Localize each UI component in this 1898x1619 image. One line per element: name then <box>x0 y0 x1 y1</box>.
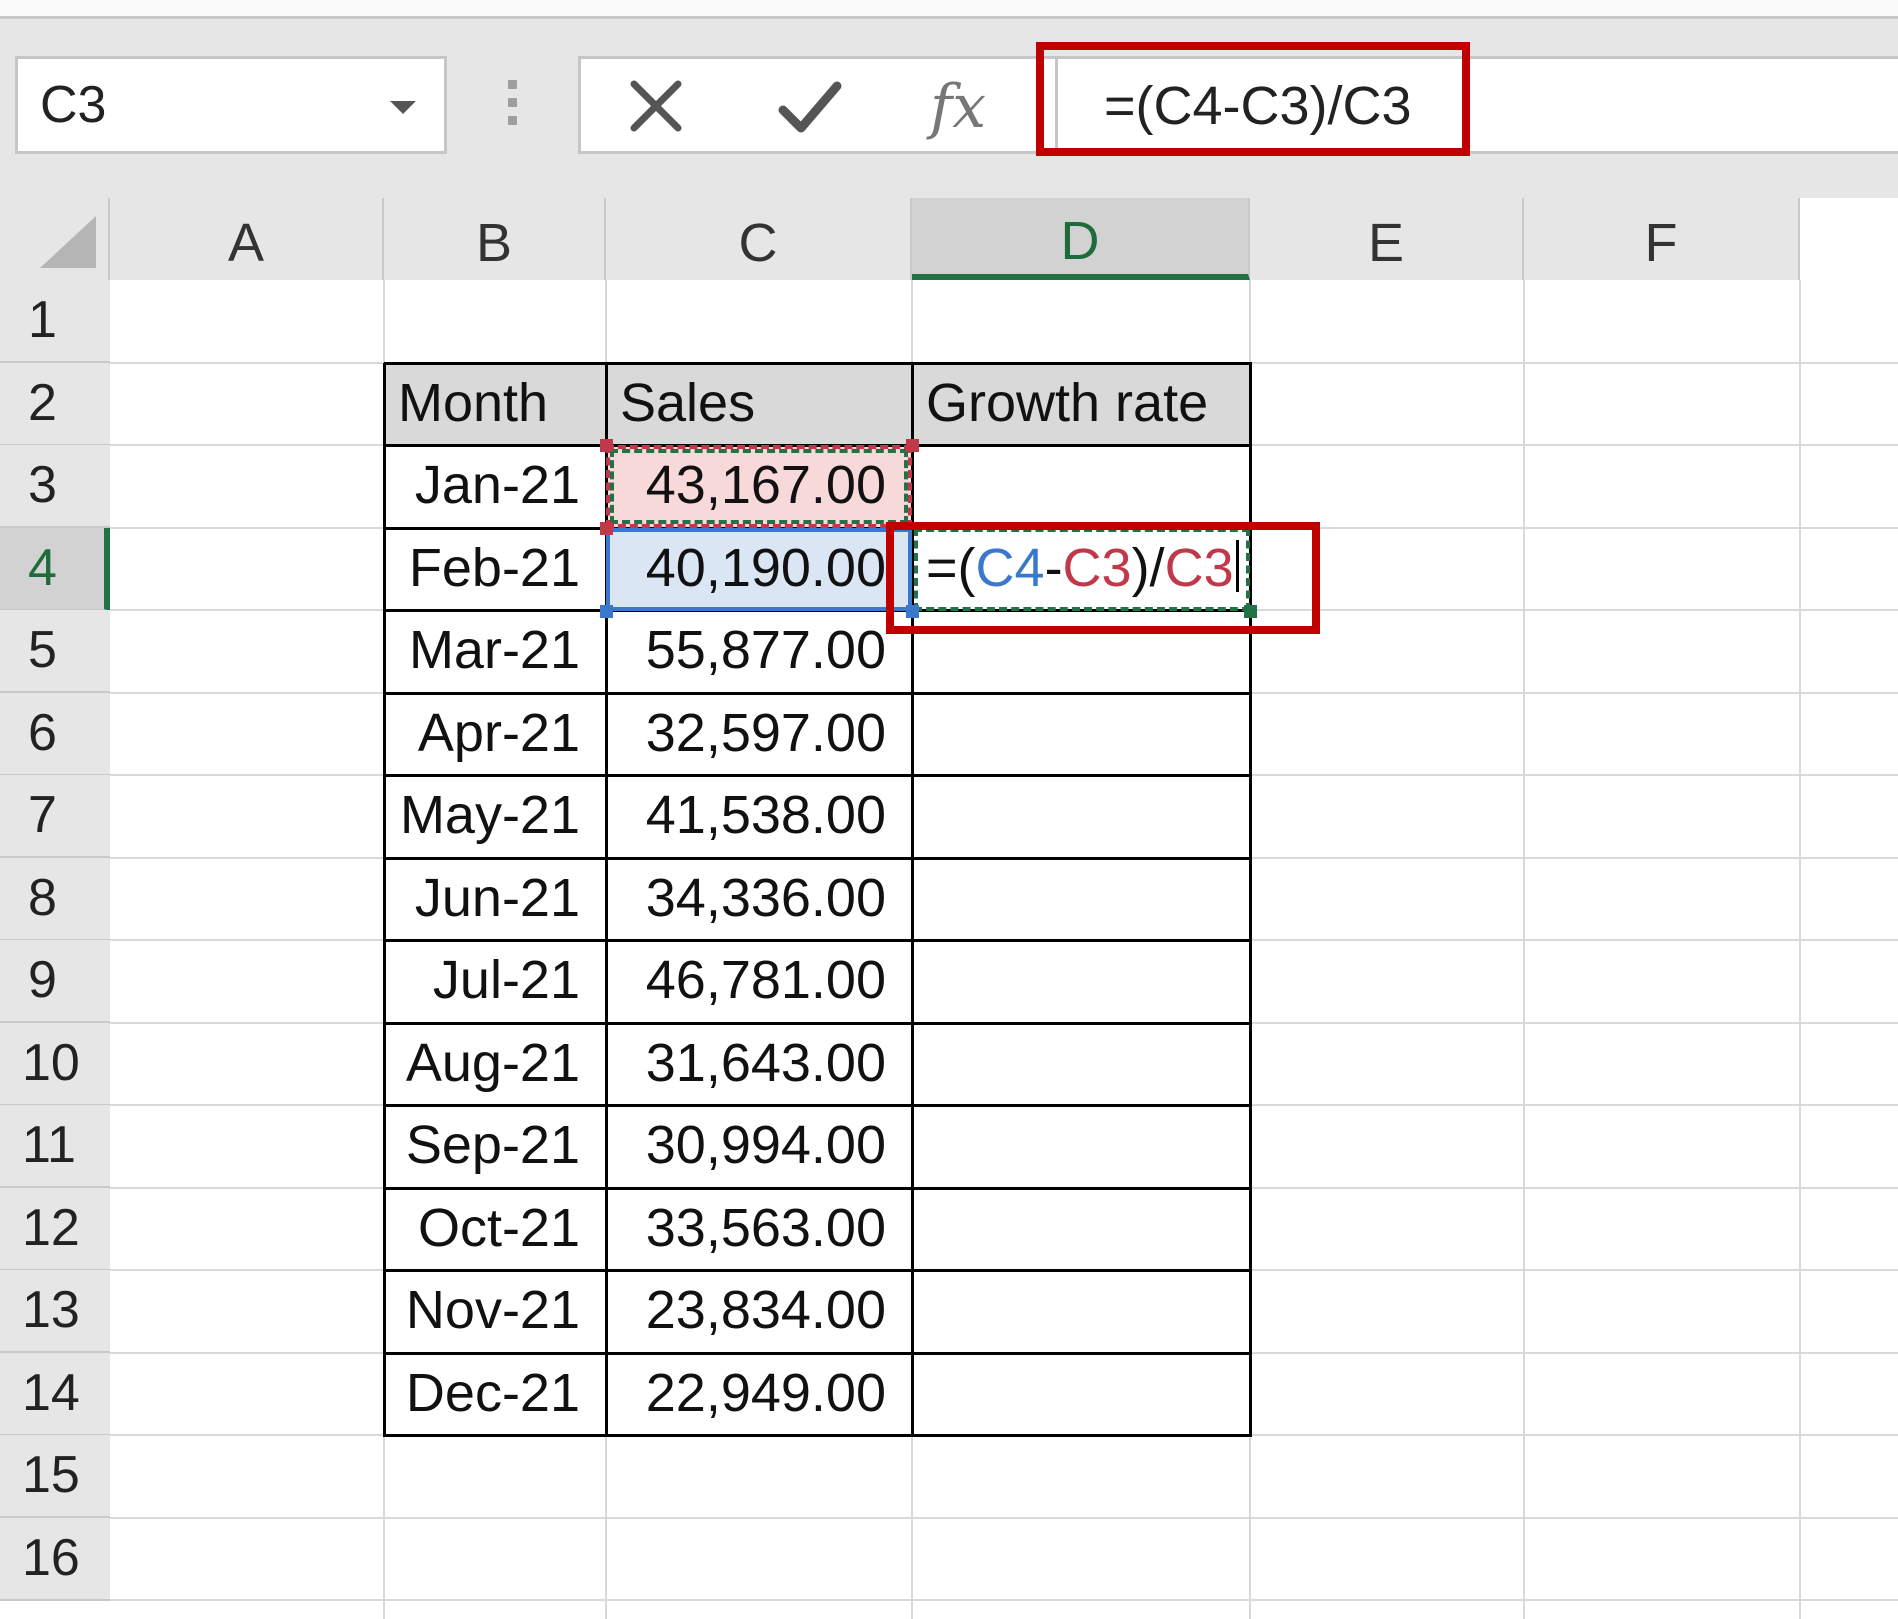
column-header-d[interactable]: D <box>912 198 1250 280</box>
growth-rate-cell[interactable] <box>912 1353 1250 1436</box>
gridline-row <box>110 1599 1898 1601</box>
c3-handle <box>600 522 613 535</box>
row-header-1[interactable]: 1 <box>0 280 110 363</box>
formula-input[interactable]: =(C4-C3)/C3 <box>1062 64 1862 148</box>
row-header-16[interactable]: 16 <box>0 1518 110 1601</box>
sales-cell[interactable]: 32,597.00 <box>606 693 912 776</box>
growth-rate-cell[interactable] <box>912 1105 1250 1188</box>
sales-cell[interactable]: 46,781.00 <box>606 940 912 1023</box>
growth-rate-cell[interactable] <box>912 1188 1250 1271</box>
table-border-h <box>384 1022 1252 1025</box>
row-header-5[interactable]: 5 <box>0 610 110 693</box>
table-border-h <box>384 1187 1252 1190</box>
sales-cell[interactable]: 23,834.00 <box>606 1270 912 1353</box>
name-box[interactable]: C3 <box>15 56 447 154</box>
row-header-6[interactable]: 6 <box>0 693 110 776</box>
row-header-13[interactable]: 13 <box>0 1270 110 1353</box>
table-border-h <box>384 1269 1252 1272</box>
gridline-row <box>110 1517 1898 1519</box>
c4-reference-border <box>606 528 912 611</box>
row-header-10[interactable]: 10 <box>0 1023 110 1106</box>
sales-cell[interactable]: 34,336.00 <box>606 858 912 941</box>
table-border-h <box>384 1104 1252 1107</box>
enter-checkmark-icon[interactable] <box>775 74 845 140</box>
column-header-f[interactable]: F <box>1524 198 1800 280</box>
growth-rate-cell[interactable] <box>912 610 1250 693</box>
table-header-sales[interactable]: Sales <box>606 363 912 446</box>
c3-copy-marquee <box>610 449 908 524</box>
formula-bar-divider <box>1055 56 1058 154</box>
sales-cell[interactable]: 33,563.00 <box>606 1188 912 1271</box>
month-cell[interactable]: Jan-21 <box>384 445 606 528</box>
table-header-month[interactable]: Month <box>384 363 606 446</box>
sales-cell[interactable]: 22,949.00 <box>606 1353 912 1436</box>
month-cell[interactable]: Sep-21 <box>384 1105 606 1188</box>
table-border-h <box>384 939 1252 942</box>
row-header-11[interactable]: 11 <box>0 1105 110 1188</box>
row-header-3[interactable]: 3 <box>0 445 110 528</box>
name-box-dropdown-icon[interactable] <box>390 101 416 114</box>
row-header-8[interactable]: 8 <box>0 858 110 941</box>
gridline-column <box>1799 280 1801 1619</box>
c4-handle <box>906 605 919 618</box>
column-header-e[interactable]: E <box>1250 198 1524 280</box>
table-border-h <box>384 1352 1252 1355</box>
month-cell[interactable]: Oct-21 <box>384 1188 606 1271</box>
month-cell[interactable]: Feb-21 <box>384 528 606 611</box>
c3-handle <box>600 439 613 452</box>
window-top-strip <box>0 0 1898 19</box>
gridline-column <box>1523 280 1525 1619</box>
month-cell[interactable]: Nov-21 <box>384 1270 606 1353</box>
table-border-h <box>384 692 1252 695</box>
column-header-c[interactable]: C <box>606 198 912 280</box>
row-header-4[interactable]: 4 <box>0 528 110 611</box>
row-header-9[interactable]: 9 <box>0 940 110 1023</box>
growth-rate-cell[interactable] <box>912 1023 1250 1106</box>
select-all-triangle-icon <box>40 216 96 268</box>
name-box-value: C3 <box>40 76 107 134</box>
row-header-14[interactable]: 14 <box>0 1353 110 1436</box>
column-header-b[interactable]: B <box>384 198 606 280</box>
cancel-icon[interactable] <box>622 74 692 140</box>
row-header-12[interactable]: 12 <box>0 1188 110 1271</box>
growth-rate-cell[interactable] <box>912 445 1250 528</box>
month-cell[interactable]: Mar-21 <box>384 610 606 693</box>
month-cell[interactable]: Jul-21 <box>384 940 606 1023</box>
growth-rate-cell[interactable] <box>912 775 1250 858</box>
growth-rate-cell[interactable] <box>912 858 1250 941</box>
active-edit-border <box>914 528 1250 611</box>
row-header-7[interactable]: 7 <box>0 775 110 858</box>
row-header-15[interactable]: 15 <box>0 1435 110 1518</box>
fill-handle <box>1244 605 1257 618</box>
month-cell[interactable]: Dec-21 <box>384 1353 606 1436</box>
c3-handle <box>906 439 919 452</box>
table-border-h <box>384 1434 1252 1437</box>
table-border-v <box>383 363 386 1437</box>
table-border-h <box>384 362 1252 365</box>
sales-cell[interactable]: 55,877.00 <box>606 610 912 693</box>
growth-rate-cell[interactable] <box>912 693 1250 776</box>
c4-handle <box>600 605 613 618</box>
growth-rate-cell[interactable] <box>912 940 1250 1023</box>
table-border-v <box>1249 363 1252 1437</box>
row-header-2[interactable]: 2 <box>0 363 110 446</box>
month-cell[interactable]: May-21 <box>384 775 606 858</box>
sales-cell[interactable]: 31,643.00 <box>606 1023 912 1106</box>
insert-function-icon[interactable]: fx <box>930 74 1000 140</box>
month-cell[interactable]: Aug-21 <box>384 1023 606 1106</box>
growth-rate-cell[interactable] <box>912 1270 1250 1353</box>
table-border-h <box>384 774 1252 777</box>
column-header-a[interactable]: A <box>110 198 384 280</box>
formula-bar-grip-icon[interactable] <box>508 80 518 130</box>
month-cell[interactable]: Jun-21 <box>384 858 606 941</box>
table-border-h <box>384 857 1252 860</box>
month-cell[interactable]: Apr-21 <box>384 693 606 776</box>
sales-cell[interactable]: 41,538.00 <box>606 775 912 858</box>
table-header-growth-rate[interactable]: Growth rate <box>912 363 1250 446</box>
sales-cell[interactable]: 30,994.00 <box>606 1105 912 1188</box>
